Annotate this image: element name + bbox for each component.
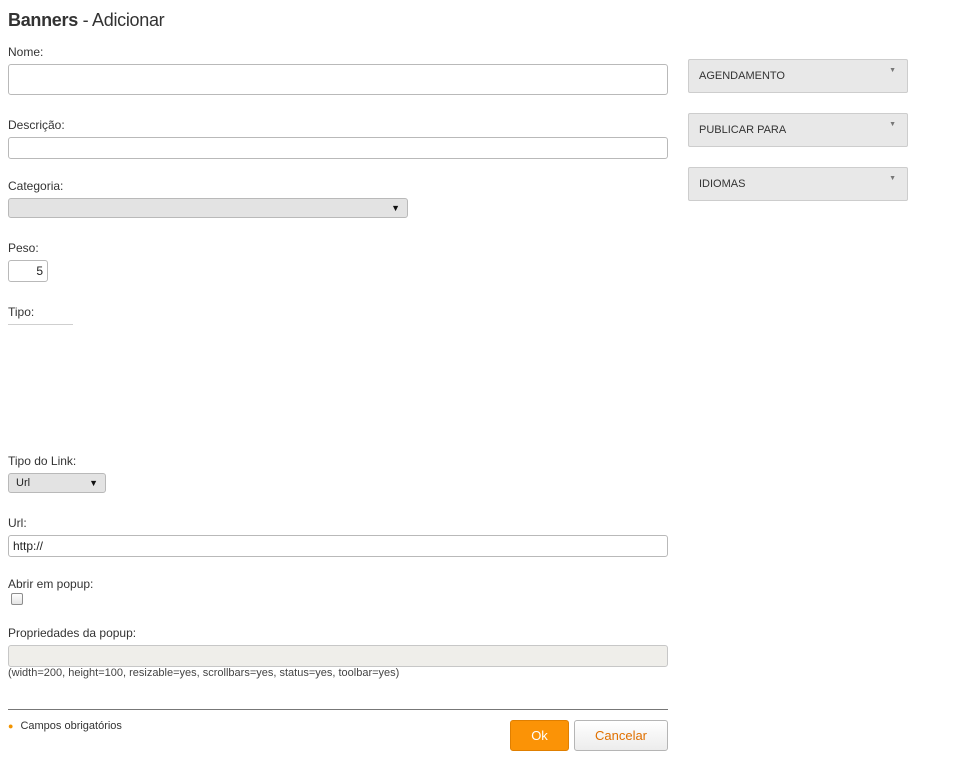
popup-props-input <box>8 645 668 667</box>
required-icon: ● <box>8 720 14 731</box>
page-title-bold: Banners <box>8 10 78 30</box>
caret-down-icon: ▼ <box>889 67 896 74</box>
page-title: Banners - Adicionar <box>8 10 165 31</box>
popup-props-label: Propriedades da popup: <box>8 626 137 640</box>
categoria-label: Categoria: <box>8 179 64 193</box>
abrir-popup-checkbox[interactable] <box>11 593 23 605</box>
abrir-popup-label: Abrir em popup: <box>8 577 94 591</box>
caret-down-icon: ▼ <box>889 121 896 128</box>
url-input[interactable] <box>8 535 668 557</box>
tipo-link-select-value: Url <box>16 477 31 489</box>
required-note-text: Campos obrigatórios <box>20 720 122 732</box>
peso-input[interactable] <box>8 260 48 282</box>
nome-input[interactable] <box>8 64 668 95</box>
caret-down-icon: ▼ <box>889 175 896 182</box>
peso-label: Peso: <box>8 241 39 255</box>
descricao-input[interactable] <box>8 137 668 159</box>
descricao-label: Descrição: <box>8 118 65 132</box>
panel-agendamento-label: AGENDAMENTO <box>699 70 785 82</box>
caret-down-icon: ▼ <box>89 478 98 488</box>
panel-agendamento[interactable]: AGENDAMENTO ▼ <box>688 59 908 93</box>
tipo-link-label: Tipo do Link: <box>8 454 77 468</box>
tipo-link-select[interactable]: Url ▼ <box>8 473 106 493</box>
caret-down-icon: ▼ <box>391 203 400 213</box>
ok-button[interactable]: Ok <box>510 720 569 751</box>
cancel-button[interactable]: Cancelar <box>574 720 668 751</box>
categoria-select[interactable]: ▼ <box>8 198 408 218</box>
panel-publicar-para-label: PUBLICAR PARA <box>699 124 787 136</box>
nome-label: Nome: <box>8 45 44 59</box>
required-note: ● Campos obrigatórios <box>8 720 122 732</box>
panel-idiomas-label: IDIOMAS <box>699 178 746 190</box>
page-title-rest: - Adicionar <box>77 10 165 30</box>
footer-divider <box>8 709 668 710</box>
tipo-label: Tipo: <box>8 305 35 319</box>
panel-publicar-para[interactable]: PUBLICAR PARA ▼ <box>688 113 908 147</box>
panel-idiomas[interactable]: IDIOMAS ▼ <box>688 167 908 201</box>
url-label: Url: <box>8 516 27 530</box>
popup-props-hint: (width=200, height=100, resizable=yes, s… <box>8 667 400 679</box>
tipo-divider <box>8 324 73 325</box>
